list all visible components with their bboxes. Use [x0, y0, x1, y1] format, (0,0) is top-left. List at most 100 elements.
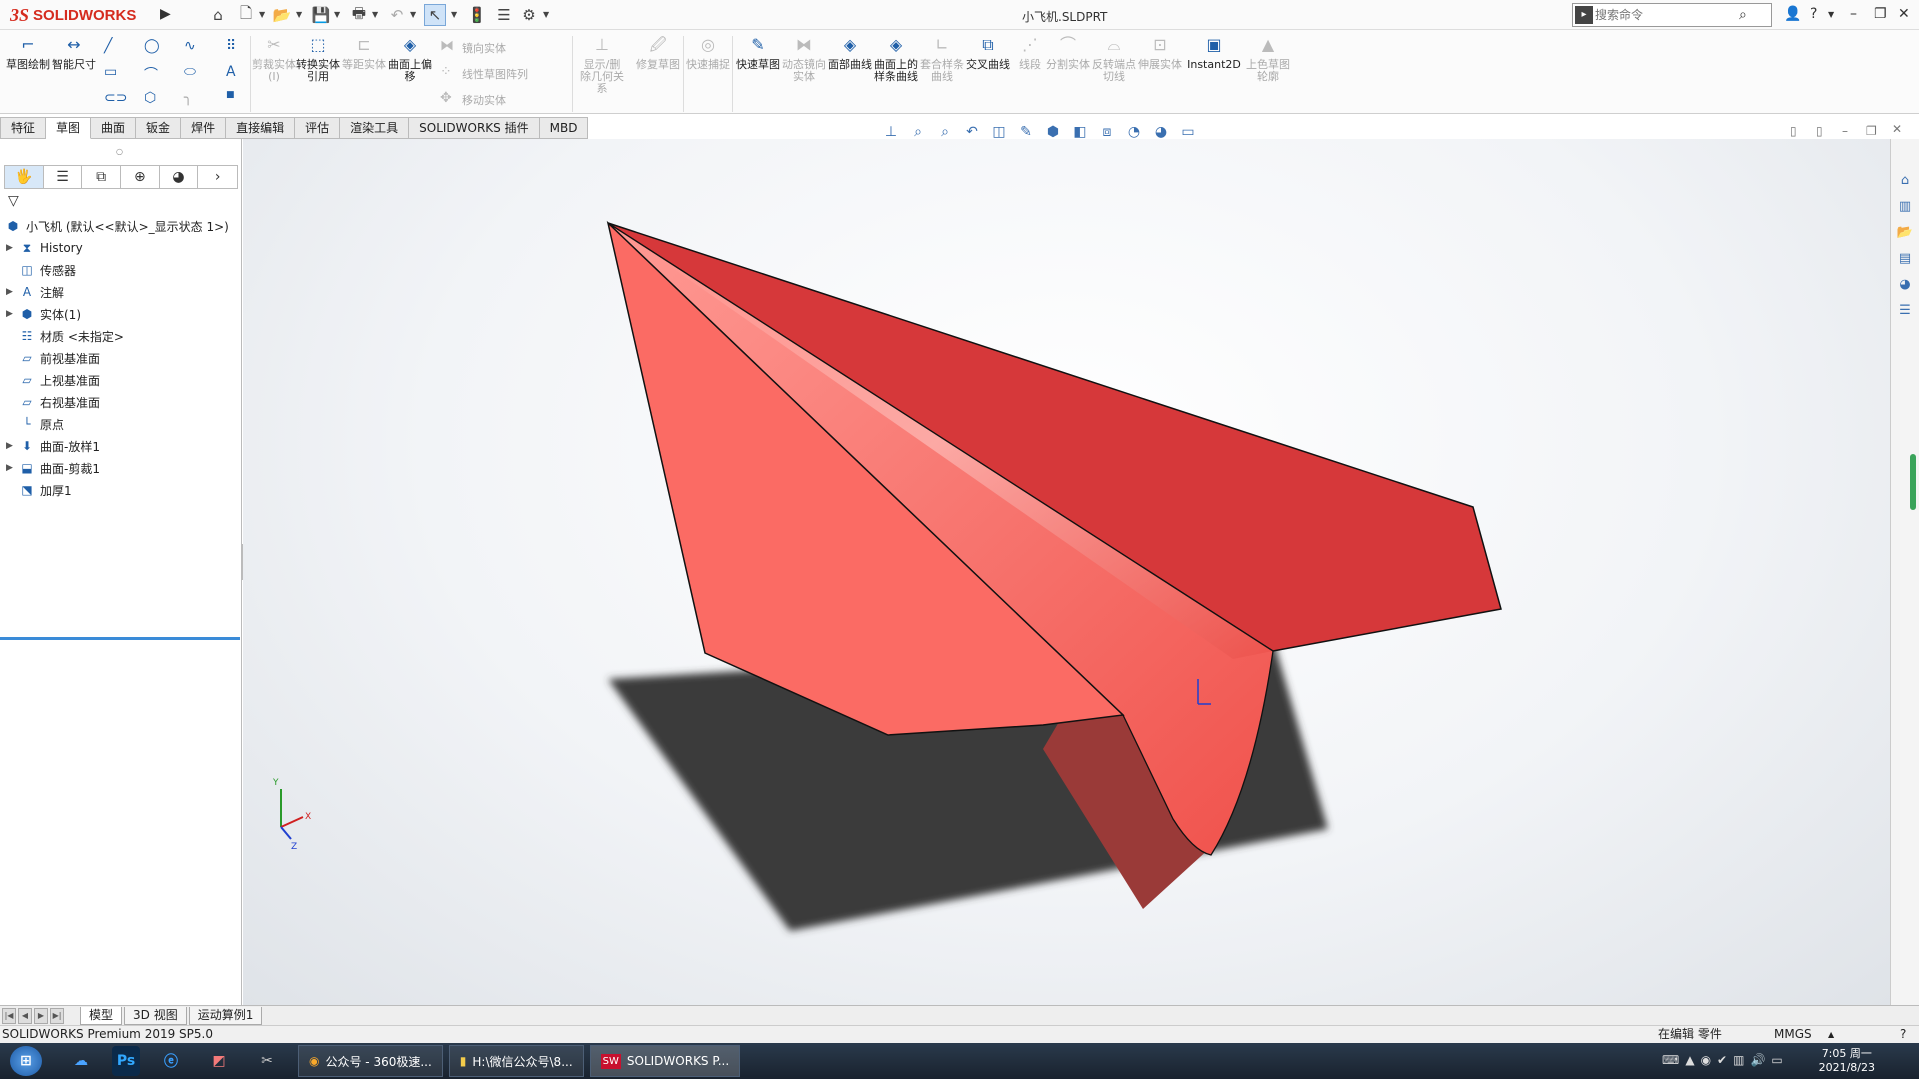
select-dropdown-icon[interactable]: ▼ — [451, 10, 457, 19]
tree-node[interactable]: ☷ 材质 <未指定> — [0, 325, 242, 347]
slot-icon[interactable]: ⊂⊃ — [104, 90, 127, 106]
solidworks-logo[interactable]: 3S SOLIDWORKS — [10, 4, 136, 26]
plane-sketch-icon[interactable]: ■ — [226, 90, 235, 100]
options-dropdown-icon[interactable]: ▼ — [543, 10, 549, 19]
tray-app-icon[interactable]: ◉ — [1701, 1053, 1711, 1067]
hide-show-items-icon[interactable]: ⧈ — [1096, 124, 1118, 140]
graphics-viewport[interactable]: Y X Z — [243, 139, 1890, 1005]
previous-view-icon[interactable]: ↶ — [961, 124, 983, 140]
configuration-manager-tab[interactable]: ⧉ — [82, 166, 122, 188]
tree-node[interactable]: ⬔ 加厚1 — [0, 479, 242, 501]
view-settings-icon[interactable]: ▭ — [1177, 124, 1199, 140]
close-icon[interactable]: ✕ — [1898, 6, 1910, 22]
reverse-tangent-button[interactable]: ⌓ 反转端点切线 — [1092, 34, 1136, 83]
property-manager-tab[interactable]: ☰ — [44, 166, 83, 188]
new-icon[interactable]: 🗋 — [235, 4, 257, 26]
command-tab[interactable]: 钣金 — [136, 117, 182, 139]
stretch-entities-button[interactable]: ⊡ 伸展实体 — [1138, 34, 1182, 71]
viewport-close-icon[interactable]: ✕ — [1892, 122, 1902, 136]
polygon-icon[interactable]: ⬡ — [144, 90, 156, 106]
spline-icon[interactable]: ∿ — [184, 38, 196, 54]
tree-node[interactable]: ▱ 右视基准面 — [0, 391, 242, 413]
restore-icon[interactable]: ❐ — [1874, 6, 1887, 22]
show-hidden-icon[interactable]: ▲ — [1685, 1053, 1694, 1067]
taskbar-window-solidworks[interactable]: SW SOLIDWORKS P... — [589, 1045, 741, 1077]
arc-icon[interactable]: ⌒ — [144, 64, 158, 84]
filter-icon[interactable]: ▽ — [8, 193, 19, 209]
start-button-icon[interactable]: ⊞ — [10, 1046, 42, 1076]
expand-arrow-icon[interactable]: ▶ — [6, 287, 18, 297]
select-icon[interactable]: ↖ — [424, 4, 446, 26]
keyboard-icon[interactable]: ⌨ — [1662, 1053, 1679, 1067]
tree-node[interactable]: ▶ ⧗ History — [0, 237, 242, 259]
command-tab[interactable]: 曲面 — [91, 117, 137, 139]
instant-mirror-button[interactable]: ⧓ 动态镜向实体 — [782, 34, 826, 83]
scroll-indicator[interactable] — [1910, 454, 1916, 510]
viewport-restore-icon[interactable]: ❐ — [1866, 124, 1877, 138]
instant2d-button[interactable]: ▣ Instant2D — [1186, 34, 1242, 71]
search-mode-icon[interactable]: ▸ — [1575, 6, 1593, 24]
help-status-icon[interactable]: ? — [1900, 1026, 1906, 1043]
first-tab-icon[interactable]: |◀ — [2, 1007, 16, 1024]
trim-entities-button[interactable]: ✂ 剪裁实体(I) — [252, 34, 296, 83]
undo-icon[interactable]: ↶ — [386, 4, 408, 26]
tree-node[interactable]: ▶ ⬢ 实体(1) — [0, 303, 242, 325]
expand-arrow-icon[interactable]: ▶ — [6, 309, 18, 319]
line-icon[interactable]: ╱ — [104, 38, 112, 54]
rebuild-icon[interactable]: 🚦 — [466, 4, 488, 26]
viewport-tile-icon[interactable]: ▯ — [1790, 124, 1797, 138]
view-orientation-icon[interactable]: ⊥ — [880, 124, 902, 140]
zoom-area-icon[interactable]: ⌕ — [934, 124, 956, 140]
bottom-tab[interactable]: 运动算例1 — [188, 1006, 263, 1025]
command-tab[interactable]: 草图 — [46, 117, 92, 139]
quick-snaps-button[interactable]: ◎ 快速捕捉 — [686, 34, 730, 71]
mirror-entities-button[interactable]: 镜向实体 — [462, 40, 506, 56]
tree-node[interactable]: ▶ ⬇ 曲面-放样1 — [0, 435, 242, 457]
display-manager-tab[interactable]: ◕ — [160, 166, 199, 188]
tree-node[interactable]: ▶ ⬓ 曲面-剪裁1 — [0, 457, 242, 479]
expand-arrow-icon[interactable]: ▶ — [6, 243, 18, 253]
help-icon[interactable]: ? — [1810, 6, 1817, 22]
viewport-minimize-icon[interactable]: – — [1842, 124, 1848, 138]
expand-arrow-icon[interactable]: ▶ — [6, 441, 18, 451]
security-icon[interactable]: ✔ — [1717, 1053, 1727, 1067]
move-entities-button[interactable]: 移动实体 — [462, 92, 506, 108]
feature-manager-tab[interactable]: 🖐 — [5, 166, 44, 188]
offset-on-surface-button[interactable]: ◈ 曲面上偏移 — [388, 34, 432, 83]
panel-grip-icon[interactable]: ○ — [116, 147, 123, 156]
design-library-icon[interactable]: ▥ — [1894, 199, 1916, 221]
command-tab[interactable]: 评估 — [295, 117, 341, 139]
prev-tab-icon[interactable]: ◀ — [18, 1007, 32, 1024]
offset-entities-button[interactable]: ⊏ 等距实体 — [342, 34, 386, 71]
edge-browser-icon[interactable]: ⓔ — [154, 1046, 188, 1076]
taskbar-window-browser[interactable]: ◉ 公众号 - 360极速... — [298, 1045, 443, 1077]
minimize-icon[interactable]: – — [1850, 6, 1857, 22]
fit-spline-button[interactable]: ∟ 套合样条曲线 — [920, 34, 964, 83]
photoshop-icon[interactable]: Ps — [112, 1046, 140, 1076]
spline-on-surface-button[interactable]: ◈ 曲面上的样条曲线 — [874, 34, 918, 83]
viewport-tile2-icon[interactable]: ▯ — [1816, 124, 1823, 138]
dimxpert-tab[interactable]: ⊕ — [121, 166, 160, 188]
home-icon[interactable]: ⌂ — [207, 4, 229, 26]
rollback-bar[interactable] — [0, 637, 240, 640]
open-dropdown-icon[interactable]: ▼ — [296, 10, 302, 19]
intersection-curve-button[interactable]: ⧉ 交叉曲线 — [966, 34, 1010, 71]
section-view-icon[interactable]: ◫ — [988, 124, 1010, 140]
snipping-tool-icon[interactable]: ✂ — [250, 1046, 284, 1076]
file-props-icon[interactable]: ☰ — [493, 4, 515, 26]
volume-icon[interactable]: 🔊 — [1750, 1053, 1765, 1067]
command-tab[interactable]: 直接编辑 — [226, 117, 296, 139]
search-input[interactable] — [1595, 8, 1735, 22]
next-tab-icon[interactable]: ▶ — [34, 1007, 48, 1024]
linear-pattern-button[interactable]: 线性草图阵列 — [462, 66, 528, 82]
fillet-icon[interactable]: ╮ — [184, 90, 192, 106]
last-tab-icon[interactable]: ▶| — [50, 1007, 64, 1024]
text-icon[interactable]: A — [226, 64, 236, 80]
face-curves-button[interactable]: ◈ 面部曲线 — [828, 34, 872, 71]
search-icon[interactable]: ⌕ — [1739, 7, 1747, 23]
app-icon[interactable]: ◩ — [202, 1046, 236, 1076]
resources-icon[interactable]: ⌂ — [1894, 173, 1916, 195]
rapid-sketch-button[interactable]: ✎ 快速草图 — [736, 34, 780, 71]
bottom-tab[interactable]: 模型 — [80, 1006, 123, 1025]
taskbar-window-explorer[interactable]: ▮ H:\微信公众号\8... — [448, 1045, 584, 1077]
